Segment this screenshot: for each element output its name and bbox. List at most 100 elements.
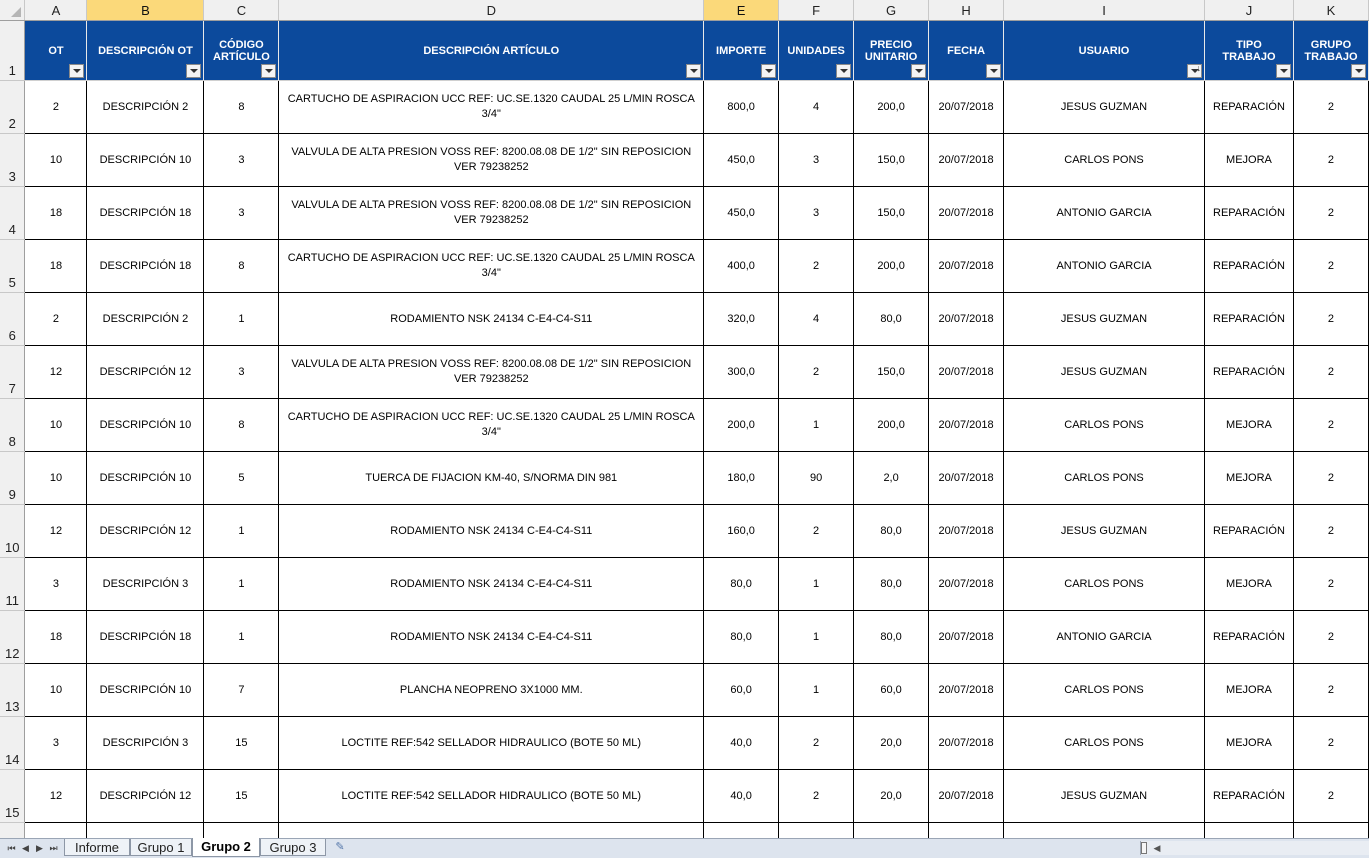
table-cell[interactable]: CARLOS PONS	[1003, 716, 1205, 770]
table-cell[interactable]: 2	[1293, 292, 1369, 346]
next-sheet-icon[interactable]: ▶	[34, 841, 45, 855]
column-header-f[interactable]: F	[778, 0, 855, 21]
table-cell[interactable]: 200,0	[853, 398, 930, 452]
table-cell[interactable]: 10	[24, 133, 88, 187]
table-cell[interactable]: 4	[778, 80, 855, 134]
table-cell[interactable]: CARTUCHO DE ASPIRACION UCC REF: UC.SE.13…	[278, 398, 705, 452]
table-cell[interactable]: DESCRIPCIÓN 18	[86, 610, 205, 664]
table-cell[interactable]: DESCRIPCIÓN 12	[86, 504, 205, 558]
filter-dropdown-icon[interactable]	[1275, 64, 1291, 78]
table-cell[interactable]: 2	[1293, 133, 1369, 187]
header-cell[interactable]: GRUPO TRABAJO	[1293, 20, 1369, 81]
table-cell[interactable]: 18	[24, 610, 88, 664]
table-cell[interactable]: 80,0	[703, 610, 780, 664]
table-cell[interactable]: 10	[24, 398, 88, 452]
table-cell[interactable]: 150,0	[853, 186, 930, 240]
table-cell[interactable]: 3	[778, 133, 855, 187]
table-cell[interactable]: 3	[778, 186, 855, 240]
table-cell[interactable]: 20,0	[853, 769, 930, 823]
row-number[interactable]: 10	[0, 504, 26, 558]
table-cell[interactable]: REPARACIÓN	[1204, 80, 1294, 134]
header-cell[interactable]: OT	[24, 20, 88, 81]
table-cell[interactable]: REPARACIÓN	[1204, 504, 1294, 558]
table-cell[interactable]: 2	[1293, 716, 1369, 770]
table-cell[interactable]: 20,0	[853, 716, 930, 770]
table-cell[interactable]: VALVULA DE ALTA PRESION VOSS REF: 8200.0…	[278, 345, 705, 399]
table-cell[interactable]: 160,0	[703, 504, 780, 558]
table-cell[interactable]: 80,0	[853, 292, 930, 346]
table-cell[interactable]: 80,0	[853, 504, 930, 558]
table-cell[interactable]: 2	[1293, 239, 1369, 293]
header-cell[interactable]: CÓDIGO ARTÍCULO	[203, 20, 280, 81]
scroll-left-icon[interactable]: ◀	[1151, 841, 1163, 855]
table-cell[interactable]: 20/07/2018	[928, 716, 1005, 770]
table-cell[interactable]: 150,0	[853, 345, 930, 399]
table-cell[interactable]: TUERCA DE FIJACION KM-40, S/NORMA DIN 98…	[278, 451, 705, 505]
header-cell[interactable]: DESCRIPCIÓN ARTÍCULO	[278, 20, 705, 81]
table-cell[interactable]: RODAMIENTO NSK 24134 C-E4-C4-S11	[278, 504, 705, 558]
column-header-i[interactable]: I	[1003, 0, 1205, 21]
table-cell[interactable]: CARLOS PONS	[1003, 398, 1205, 452]
header-cell[interactable]: PRECIO UNITARIO	[853, 20, 930, 81]
table-cell[interactable]: 2	[778, 239, 855, 293]
prev-sheet-icon[interactable]: ◀	[20, 841, 31, 855]
table-cell[interactable]: REPARACIÓN	[1204, 186, 1294, 240]
table-cell[interactable]: 300,0	[703, 345, 780, 399]
table-cell[interactable]: RODAMIENTO NSK 24134 C-E4-C4-S11	[278, 292, 705, 346]
table-cell[interactable]: DESCRIPCIÓN 2	[86, 80, 205, 134]
table-cell[interactable]: 2	[24, 292, 88, 346]
split-handle[interactable]	[1141, 842, 1147, 854]
header-cell[interactable]: IMPORTE	[703, 20, 780, 81]
table-cell[interactable]: JESUS GUZMAN	[1003, 345, 1205, 399]
table-cell[interactable]: 200,0	[703, 398, 780, 452]
table-cell[interactable]: 20/07/2018	[928, 557, 1005, 611]
row-number[interactable]: 15	[0, 769, 26, 823]
table-cell[interactable]: 18	[24, 239, 88, 293]
table-cell[interactable]: RODAMIENTO NSK 24134 C-E4-C4-S11	[278, 557, 705, 611]
column-header-d[interactable]: D	[278, 0, 705, 21]
sheet-tab-grupo-1[interactable]: Grupo 1	[130, 839, 192, 856]
table-cell[interactable]: 20/07/2018	[928, 345, 1005, 399]
table-cell[interactable]: JESUS GUZMAN	[1003, 504, 1205, 558]
table-cell[interactable]: 20/07/2018	[928, 80, 1005, 134]
table-cell[interactable]: PLANCHA NEOPRENO 3X1000 MM.	[278, 663, 705, 717]
table-cell[interactable]: 2	[778, 716, 855, 770]
row-number[interactable]: 9	[0, 451, 26, 505]
column-header-j[interactable]: J	[1204, 0, 1294, 21]
table-cell[interactable]: 2	[1293, 769, 1369, 823]
table-cell[interactable]: JESUS GUZMAN	[1003, 292, 1205, 346]
table-cell[interactable]: DESCRIPCIÓN 10	[86, 133, 205, 187]
row-number[interactable]: 1	[0, 20, 26, 81]
spreadsheet-grid[interactable]: ABCDEFGHIJK 1 OT DESCRIPCIÓN OT CÓDIGO ARTÍ…	[0, 0, 1369, 841]
header-cell[interactable]: FECHA	[928, 20, 1005, 81]
row-number[interactable]: 7	[0, 345, 26, 399]
first-sheet-icon[interactable]: ⏮	[6, 841, 17, 855]
table-cell[interactable]: 2	[1293, 610, 1369, 664]
table-cell[interactable]: 200,0	[853, 80, 930, 134]
table-cell[interactable]: 2,0	[853, 451, 930, 505]
table-cell[interactable]: 10	[24, 451, 88, 505]
filter-dropdown-icon[interactable]	[836, 64, 852, 78]
filter-dropdown-icon[interactable]	[761, 64, 777, 78]
table-cell[interactable]: 3	[203, 133, 280, 187]
table-cell[interactable]: 20/07/2018	[928, 239, 1005, 293]
column-header-k[interactable]: K	[1293, 0, 1369, 21]
table-cell[interactable]: LOCTITE REF:542 SELLADOR HIDRAULICO (BOT…	[278, 769, 705, 823]
table-cell[interactable]: 2	[1293, 663, 1369, 717]
table-cell[interactable]: 80,0	[853, 557, 930, 611]
column-header-e[interactable]: E	[703, 0, 780, 21]
table-cell[interactable]: 18	[24, 186, 88, 240]
table-cell[interactable]: 2	[1293, 557, 1369, 611]
table-cell[interactable]: DESCRIPCIÓN 10	[86, 451, 205, 505]
table-cell[interactable]: REPARACIÓN	[1204, 610, 1294, 664]
column-header-a[interactable]: A	[24, 0, 88, 21]
table-cell[interactable]: 800,0	[703, 80, 780, 134]
table-cell[interactable]: 20/07/2018	[928, 398, 1005, 452]
filter-dropdown-icon[interactable]	[686, 64, 702, 78]
table-cell[interactable]: DESCRIPCIÓN 3	[86, 716, 205, 770]
filter-dropdown-icon[interactable]	[261, 64, 277, 78]
table-cell[interactable]: ANTONIO GARCIA	[1003, 610, 1205, 664]
table-cell[interactable]: 2	[1293, 504, 1369, 558]
table-cell[interactable]: 20/07/2018	[928, 133, 1005, 187]
table-cell[interactable]: MEJORA	[1204, 398, 1294, 452]
